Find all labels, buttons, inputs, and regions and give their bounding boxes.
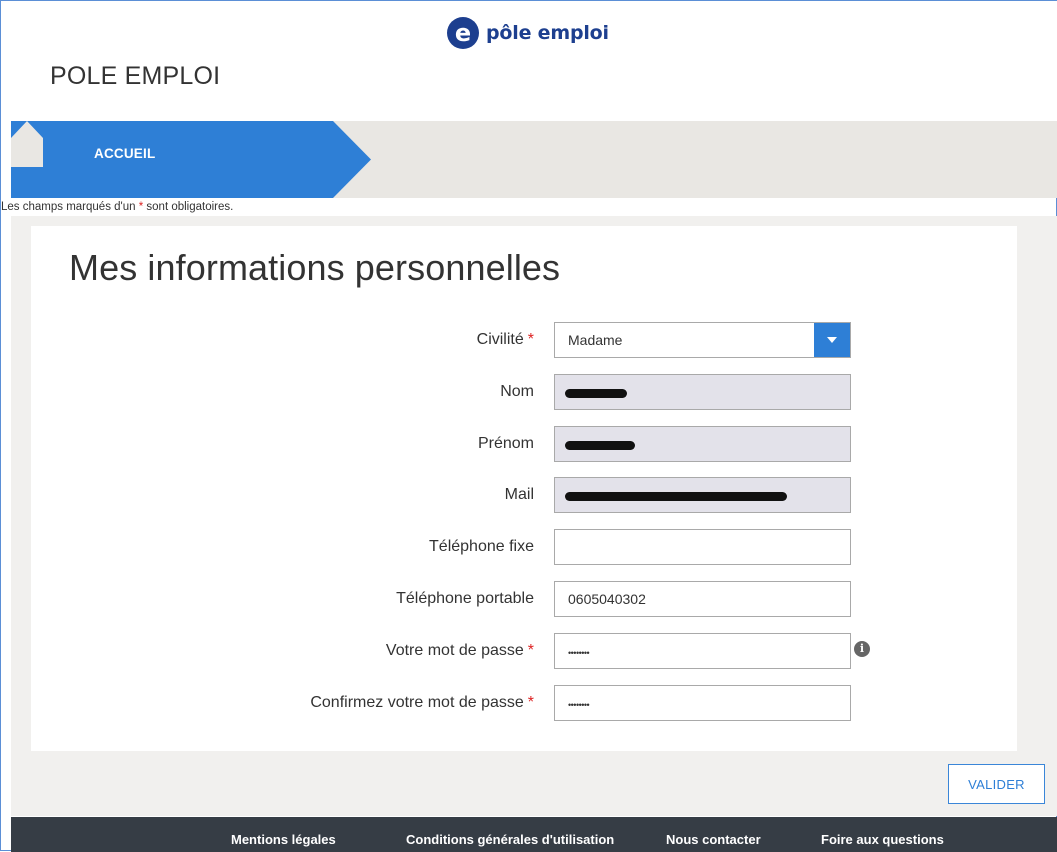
firstname-row: Prénom: [1, 426, 1057, 464]
pole-emploi-logo[interactable]: e pôle emploi: [447, 15, 609, 51]
civility-select[interactable]: Madame: [554, 322, 851, 358]
landline-row: Téléphone fixe: [1, 529, 1057, 567]
chevron-down-icon[interactable]: [814, 323, 850, 357]
mail-field[interactable]: [554, 477, 851, 513]
password-label: Votre mot de passe *: [385, 642, 534, 659]
required-note-suffix: sont obligatoires.: [143, 201, 234, 213]
firstname-label: Prénom: [477, 435, 534, 452]
lastname-label: Nom: [500, 383, 534, 400]
firstname-field[interactable]: [554, 426, 851, 462]
lastname-field[interactable]: [554, 374, 851, 410]
civility-row: Civilité * Madame: [1, 322, 1057, 360]
mobile-field[interactable]: 0605040302: [554, 581, 851, 617]
logo-text: pôle emploi: [486, 22, 609, 44]
redaction-mark: [565, 441, 635, 450]
breadcrumb-home[interactable]: ACCUEIL: [11, 121, 391, 198]
password-confirm-label: Confirmez votre mot de passe *: [310, 694, 534, 711]
mobile-row: Téléphone portable 0605040302: [1, 581, 1057, 619]
required-note-prefix: Les champs marqués d'un: [1, 201, 139, 213]
home-icon: [11, 121, 43, 167]
breadcrumb-arrow-shape: [11, 121, 371, 198]
redaction-mark: [565, 492, 787, 501]
civility-value: Madame: [568, 332, 623, 348]
footer-link-legal[interactable]: Mentions légales: [231, 832, 336, 847]
mobile-label: Téléphone portable: [396, 590, 534, 607]
pole-emploi-logo-icon: e: [447, 17, 479, 49]
footer-link-faq[interactable]: Foire aux questions: [821, 832, 944, 847]
mail-row: Mail: [1, 477, 1057, 515]
required-fields-note: Les champs marqués d'un * sont obligatoi…: [1, 201, 233, 213]
mail-label: Mail: [504, 486, 534, 503]
password-row: Votre mot de passe * ••••••••: [1, 633, 1057, 671]
validate-button[interactable]: VALIDER: [948, 764, 1045, 804]
site-header: e pôle emploi POLE EMPLOI: [11, 1, 1057, 121]
footer-link-terms[interactable]: Conditions générales d'utilisation: [406, 832, 614, 847]
landline-label: Téléphone fixe: [429, 538, 534, 555]
password-field[interactable]: ••••••••: [554, 633, 851, 669]
footer-link-contact[interactable]: Nous contacter: [666, 832, 761, 847]
footer: Mentions légales Conditions générales d'…: [11, 817, 1057, 852]
mobile-value: 0605040302: [568, 591, 646, 607]
lastname-row: Nom: [1, 374, 1057, 412]
landline-field[interactable]: [554, 529, 851, 565]
password-confirm-field[interactable]: ••••••••: [554, 685, 851, 721]
breadcrumb-bar: ACCUEIL: [11, 121, 1057, 198]
info-icon[interactable]: i: [854, 641, 870, 657]
browser-frame: e pôle emploi POLE EMPLOI ACCUEIL Les ch…: [0, 0, 1057, 852]
password-confirm-row: Confirmez votre mot de passe * ••••••••: [1, 685, 1057, 723]
redaction-mark: [565, 389, 627, 398]
civility-label: Civilité *: [476, 331, 534, 348]
app-title: POLE EMPLOI: [50, 62, 221, 90]
page-title: Mes informations personnelles: [69, 247, 561, 288]
breadcrumb-home-label: ACCUEIL: [94, 146, 156, 161]
password-value: ••••••••: [568, 648, 590, 658]
password-confirm-value: ••••••••: [568, 700, 590, 710]
